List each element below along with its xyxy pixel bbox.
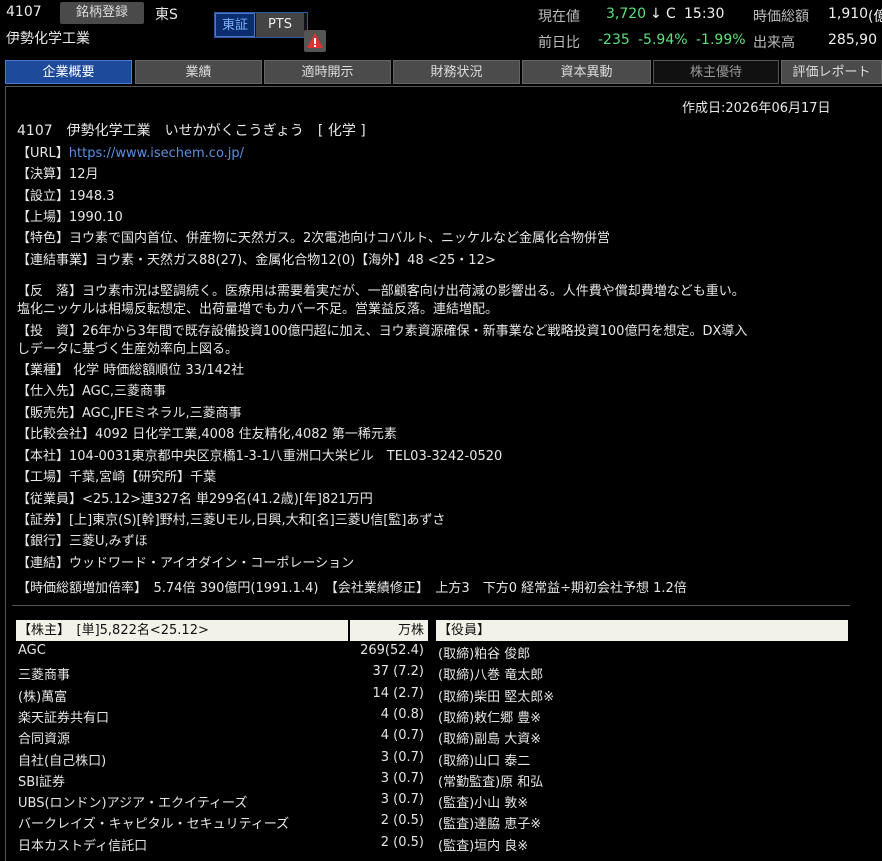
banks-line: 【銀行】三菱U,みずほ <box>17 534 148 549</box>
shareholders-unit-header: 万株 <box>350 620 428 641</box>
shareholder-shares: 4 (0.7) <box>380 728 424 744</box>
market-cap-label: 時価総額 <box>753 9 809 25</box>
tab-rating-report[interactable]: 評価レポート <box>781 60 882 84</box>
officer-name: (監査)垣内 良※ <box>438 838 529 854</box>
market-cap-unit: (億 <box>868 9 882 25</box>
shareholder-name: 合同資源 <box>18 732 71 748</box>
shareholder-shares: 4 (0.8) <box>380 706 424 722</box>
shareholder-name: (株)萬富 <box>18 689 68 705</box>
officer-name: (取締)山口 泰二 <box>438 753 531 769</box>
url-label: 【URL】 <box>17 146 69 161</box>
market-segment: 東S <box>155 7 178 23</box>
price-flag: C <box>666 6 676 22</box>
outlook-line-2: 塩化ニッケルは相場反転想定、出荷量増でもカバー不足。営業益反落。連結増配。 <box>17 302 499 317</box>
peers-line: 【比較会社】4092 日化学工業,4008 住友精化,4082 第一稀元素 <box>17 427 397 442</box>
customers-line: 【販売先】AGC,JFEミネラル,三菱商事 <box>17 406 242 421</box>
suppliers-line: 【仕入先】AGC,三菱商事 <box>17 384 166 399</box>
created-date: 作成日:2026年06月17日 <box>682 101 831 116</box>
officer-name: (取締)敕仁郷 豊※ <box>438 710 542 726</box>
officer-name: (常勤監査)原 和弘 <box>438 774 544 790</box>
subsidiaries-line: 【連結】ウッドワード・アイオダイン・コーポレーション <box>17 556 355 571</box>
tab-timely-disclosure[interactable]: 適時開示 <box>264 60 391 84</box>
features-line: 【特色】ヨウ素で国内首位、併産物に天然ガス。2次電池向けコバルト、ニッケルなど金… <box>17 231 611 246</box>
outlook-line-1: 【反 落】ヨウ素市況は堅調続く。医療用は需要着実だが、一部顧客向け出荷減の影響出… <box>17 284 745 299</box>
shareholder-name: UBS(ロンドン)アジア・エクイティーズ <box>18 796 248 812</box>
established-line: 【設立】1948.3 <box>17 189 115 204</box>
market-cap-growth-line: 【時価総額増加倍率】 5.74倍 390億円(1991.1.4) 【会社業績修正… <box>17 581 687 596</box>
shareholder-name: 日本カストディ信託口 <box>18 838 148 854</box>
investment-line-1: 【投 資】26年から3年間で既存設備投資100億円超に加え、ヨウ素資源確保・新事… <box>17 324 748 339</box>
fiscal-year-line: 【決算】12月 <box>17 167 99 182</box>
shareholder-shares: 14 (2.7) <box>372 685 425 701</box>
tab-company-overview[interactable]: 企業概要 <box>5 60 132 84</box>
shareholder-shares: 3 (0.7) <box>380 792 424 808</box>
exchange-tse-button[interactable]: 東証 <box>215 13 255 37</box>
change-label: 前日比 <box>538 35 580 51</box>
price-label: 現在値 <box>538 9 580 25</box>
shareholders-header: 【株主】 [単]5,822名<25.12> <box>16 620 348 641</box>
investment-line-2: しデータに基づく生産効率向上図る。 <box>17 342 239 357</box>
factory-line: 【工場】千葉,宮崎【研究所】千葉 <box>17 470 217 485</box>
securities-line: 【証券】[上]東京(S)[幹]野村,三菱Uモル,日興,大和[名]三菱U信[監]あ… <box>17 513 446 528</box>
officer-name: (取締)副島 大資※ <box>438 732 542 748</box>
current-price: 3,720 <box>606 6 647 22</box>
officer-name: (監査)小山 敦※ <box>438 796 529 812</box>
exchange-pts-button[interactable]: PTS <box>256 13 304 37</box>
officer-name: (取締)粕谷 俊郎 <box>438 647 531 662</box>
shareholder-shares: 2 (0.5) <box>380 813 424 829</box>
shareholder-shares: 3 (0.7) <box>380 770 424 786</box>
price-down-arrow-icon: ↓ <box>650 6 662 22</box>
tab-shareholder-benefits[interactable]: 株主優待 <box>653 60 779 84</box>
url-row: 【URL】https://www.isechem.co.jp/ <box>17 142 244 161</box>
shareholder-name: バークレイズ・キャピタル・セキュリティーズ <box>18 817 290 833</box>
officer-name: (監査)達脇 恵子※ <box>438 817 542 833</box>
tab-capital-changes[interactable]: 資本異動 <box>522 60 651 84</box>
company-name: 伊勢化学工業 <box>6 31 90 47</box>
market-cap-value: 1,910 <box>828 6 869 22</box>
shareholder-shares: 2 (0.5) <box>380 834 424 850</box>
shareholder-name: 自社(自己株口) <box>18 753 107 769</box>
company-title: 4107 伊勢化学工業 いせかがくこうぎょう [ 化学 ] <box>17 123 366 139</box>
listed-line: 【上場】1990.10 <box>17 210 123 225</box>
shareholder-shares: 269(52.4) <box>360 643 424 658</box>
industry-line: 【業種】 化学 時価総額順位 33/142社 <box>17 363 245 378</box>
tab-performance[interactable]: 業績 <box>135 60 262 84</box>
employees-line: 【従業員】<25.12>連327名 単299名(41.2歳)[年]821万円 <box>17 492 373 507</box>
price-change-percent: -5.94% <box>638 32 688 48</box>
headquarters-line: 【本社】104-0031東京都中央区京橋1-3-1八重洲口大栄ビル TEL03-… <box>17 449 503 464</box>
shareholder-name: SBI証券 <box>18 774 66 790</box>
officer-name: (取締)八巻 竜太郎 <box>438 668 544 684</box>
shareholder-name: 楽天証券共有口 <box>18 710 110 726</box>
tab-financial-status[interactable]: 財務状況 <box>393 60 520 84</box>
shareholder-shares: 37 (7.2) <box>372 664 425 680</box>
segments-line: 【連結事業】ヨウ素・天然ガス88(27)、金属化合物12(0)【海外】48 <2… <box>17 253 496 268</box>
price-change: -235 <box>598 32 630 48</box>
officer-name: (取締)柴田 堅太郎※ <box>438 689 555 705</box>
divider <box>12 605 850 606</box>
volume-value: 285,90 <box>828 32 877 48</box>
shareholder-name: 三菱商事 <box>18 668 71 684</box>
price-time: 15:30 <box>684 6 725 22</box>
shareholder-name: AGC <box>18 643 46 658</box>
volume-label: 出来高 <box>753 35 795 51</box>
officers-header: 【役員】 <box>436 620 848 641</box>
warning-icon[interactable] <box>304 30 326 52</box>
shareholder-shares: 3 (0.7) <box>380 749 424 765</box>
register-watchlist-button[interactable]: 銘柄登録 <box>60 2 144 24</box>
stock-code: 4107 <box>6 4 42 20</box>
price-change-percent-2: -1.99% <box>696 32 746 48</box>
company-url-link[interactable]: https://www.isechem.co.jp/ <box>69 146 244 161</box>
